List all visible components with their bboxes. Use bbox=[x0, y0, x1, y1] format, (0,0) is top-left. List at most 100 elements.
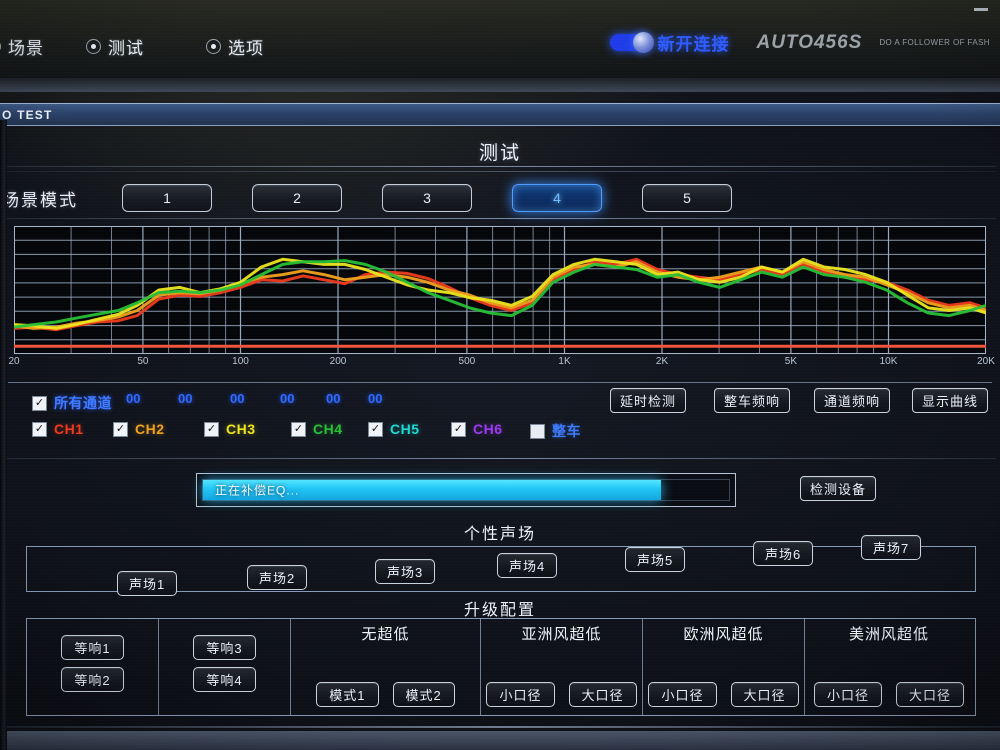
x-axis-tick-label: 1K bbox=[558, 356, 571, 367]
channel-value-4: 00 bbox=[280, 391, 295, 406]
checkbox-ch3[interactable]: ✓ CH3 bbox=[204, 421, 256, 437]
checkbox-icon[interactable]: ✓ bbox=[530, 423, 545, 439]
chart-curves bbox=[14, 257, 986, 348]
checkbox-label: CH4 bbox=[313, 421, 343, 437]
checkbox-label: CH1 bbox=[54, 421, 84, 437]
radio-icon[interactable] bbox=[206, 39, 221, 54]
delay-test-button[interactable]: 延时检测 bbox=[610, 388, 687, 413]
upgrade-column-6: 美洲风超低小口径 大口径 bbox=[805, 619, 973, 715]
sound-field-button-1[interactable]: 声场1 bbox=[117, 571, 178, 596]
chart-x-axis: 20 50 100 200 500 1K 2K 5K 10K 20K bbox=[8, 356, 994, 372]
progress-track: 正在补偿EQ... bbox=[202, 479, 730, 501]
main-panel: 测试 场景模式 12345 20 50 100 200 500 1K 2K 5K 10K 20K … bbox=[0, 128, 1000, 750]
channel-value-1: 00 bbox=[126, 391, 141, 406]
checkbox-ch1[interactable]: ✓ CH1 bbox=[32, 421, 84, 437]
upgrade-button-4-1[interactable]: 小口径 bbox=[486, 682, 555, 707]
checkbox-label: CH2 bbox=[135, 421, 165, 437]
upgrade-button-1-2[interactable]: 等响2 bbox=[61, 667, 124, 692]
detect-device-button[interactable]: 检测设备 bbox=[800, 476, 877, 501]
upgrade-config-title: 升级配置 bbox=[463, 602, 536, 619]
upgrade-column-3: 无超低 模式1 模式2 bbox=[291, 619, 481, 715]
upgrade-column-5: 欧洲风超低小口径 大口径 bbox=[643, 619, 805, 715]
sound-field-button-4[interactable]: 声场4 bbox=[497, 553, 558, 578]
checkbox-icon[interactable]: ✓ bbox=[204, 421, 219, 437]
scene-mode-button-1[interactable]: 1 bbox=[122, 184, 212, 212]
upgrade-button-6-1[interactable]: 小口径 bbox=[813, 682, 882, 707]
channel-value-2: 00 bbox=[178, 391, 193, 406]
upgrade-button-1-1[interactable]: 等响1 bbox=[61, 635, 124, 660]
divider bbox=[6, 166, 996, 167]
checkbox-ch4[interactable]: ✓ CH4 bbox=[291, 421, 343, 437]
menu-item-scene[interactable]: 场景 bbox=[0, 34, 44, 59]
brand-connect-label: 新开连接 bbox=[657, 35, 730, 54]
sound-field-button-6[interactable]: 声场6 bbox=[753, 541, 814, 566]
upgrade-button-5-2[interactable]: 大口径 bbox=[730, 682, 799, 707]
checkbox-ch5[interactable]: ✓ CH5 bbox=[368, 421, 420, 437]
checkbox-icon[interactable]: ✓ bbox=[32, 421, 47, 437]
x-axis-tick-label: 2K bbox=[655, 356, 669, 367]
scene-mode-button-3[interactable]: 3 bbox=[382, 184, 472, 212]
upgrade-button-3-1[interactable]: 模式1 bbox=[316, 682, 379, 707]
screen-bezel-left bbox=[0, 120, 7, 750]
minimize-icon[interactable] bbox=[974, 8, 988, 11]
window-title: O TEST bbox=[2, 107, 53, 122]
scene-mode-label: 场景模式 bbox=[2, 190, 78, 210]
sound-field-button-7[interactable]: 声场7 bbox=[861, 535, 922, 560]
scene-mode-button-4[interactable]: 4 bbox=[512, 184, 602, 212]
upgrade-button-6-2[interactable]: 大口径 bbox=[896, 682, 965, 707]
divider bbox=[6, 458, 996, 459]
sound-field-button-5[interactable]: 声场5 bbox=[625, 547, 686, 572]
checkbox-icon[interactable]: ✓ bbox=[368, 421, 383, 437]
bluetooth-toggle-icon[interactable] bbox=[610, 32, 655, 53]
checkbox-icon[interactable]: ✓ bbox=[32, 395, 47, 411]
channel-selection-block: ✓ 所有通道 00 00 00 00 00 00 ✓ CH1 ✓ CH2 ✓ CH3 ✓ CH4 ✓ CH5… bbox=[8, 382, 992, 447]
upgrade-button-group: 小口径 大口径 bbox=[481, 682, 642, 707]
x-axis-tick-label: 50 bbox=[137, 356, 149, 367]
channel-value-3: 00 bbox=[230, 391, 245, 406]
scene-mode-row: 场景模式 1 2 3 4 5 bbox=[0, 178, 1000, 218]
menu-item-label: 选项 bbox=[228, 39, 264, 58]
screen-bezel-bottom bbox=[0, 731, 1000, 750]
upgrade-button-2-1[interactable]: 等响3 bbox=[193, 635, 256, 660]
checkbox-all-channels[interactable]: ✓ 所有通道 bbox=[32, 393, 112, 413]
upgrade-button-group: 等响3 等响4 bbox=[159, 635, 290, 692]
menu-item-label: 测试 bbox=[108, 39, 144, 58]
upgrade-button-group: 小口径 大口径 bbox=[805, 682, 973, 707]
upgrade-column-title: 欧洲风超低 bbox=[683, 626, 764, 643]
channel-value-6: 00 bbox=[368, 391, 383, 406]
upgrade-button-3-2[interactable]: 模式2 bbox=[392, 682, 455, 707]
radio-icon[interactable] bbox=[86, 39, 101, 54]
checkbox-icon[interactable]: ✓ bbox=[291, 421, 306, 437]
upgrade-column-title: 美洲风超低 bbox=[848, 626, 929, 643]
divider bbox=[6, 171, 996, 172]
scene-mode-button-5[interactable]: 5 bbox=[642, 184, 732, 212]
radio-icon[interactable] bbox=[0, 39, 1, 54]
checkbox-label: 所有通道 bbox=[54, 395, 112, 411]
sound-field-button-3[interactable]: 声场3 bbox=[375, 559, 436, 584]
checkbox-label: 整车 bbox=[552, 423, 581, 439]
checkbox-icon[interactable]: ✓ bbox=[113, 421, 128, 437]
frequency-response-chart[interactable] bbox=[14, 226, 986, 354]
upgrade-button-group: 等响1 等响2 bbox=[27, 635, 158, 692]
channel-response-button[interactable]: 通道频响 bbox=[814, 388, 891, 413]
checkbox-icon[interactable]: ✓ bbox=[451, 421, 466, 437]
progress-status-text: 正在补偿EQ... bbox=[215, 483, 300, 498]
upgrade-button-5-1[interactable]: 小口径 bbox=[648, 682, 717, 707]
checkbox-ch2[interactable]: ✓ CH2 bbox=[113, 421, 165, 437]
upgrade-column-title: 亚洲风超低 bbox=[521, 626, 602, 643]
checkbox-label: CH5 bbox=[390, 421, 420, 437]
upgrade-button-4-2[interactable]: 大口径 bbox=[568, 682, 637, 707]
checkbox-整车[interactable]: ✓ 整车 bbox=[530, 421, 581, 441]
sound-field-title: 个性声场 bbox=[463, 526, 536, 543]
sound-field-button-2[interactable]: 声场2 bbox=[247, 565, 308, 590]
vehicle-response-button[interactable]: 整车频响 bbox=[714, 388, 791, 413]
menu-item-test[interactable]: 测试 bbox=[86, 34, 144, 59]
progress-bar: 正在补偿EQ... bbox=[196, 473, 736, 507]
menu-item-options[interactable]: 选项 bbox=[206, 34, 264, 59]
x-axis-tick-label: 20K bbox=[977, 356, 995, 367]
upgrade-button-2-2[interactable]: 等响4 bbox=[193, 667, 256, 692]
divider bbox=[0, 726, 1000, 728]
checkbox-ch6[interactable]: ✓ CH6 bbox=[451, 421, 503, 437]
show-curve-button[interactable]: 显示曲线 bbox=[912, 388, 989, 413]
scene-mode-button-2[interactable]: 2 bbox=[252, 184, 342, 212]
